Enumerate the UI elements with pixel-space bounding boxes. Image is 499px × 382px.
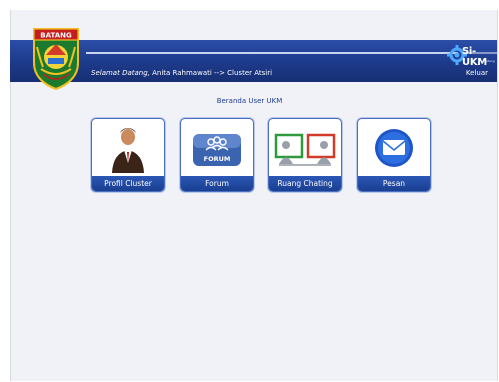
welcome-text: Selamat Datang, Anita Rahmawati --> Clus… (91, 69, 273, 77)
ruang-chating-tile[interactable]: Ruang Chating (268, 118, 342, 192)
regency-crest-logo: BATANG (33, 28, 79, 90)
svg-text:BATANG: BATANG (40, 32, 72, 40)
chat-room-icon (274, 133, 336, 166)
tile-label: Profil Cluster (92, 176, 164, 191)
mail-icon (375, 129, 413, 167)
brand-logo: Si-UKM Batang (447, 42, 497, 68)
tile-label: Pesan (358, 176, 430, 191)
header-divider (86, 52, 458, 54)
profil-cluster-tile[interactable]: Profil Cluster (91, 118, 165, 192)
page-title: Beranda User UKM (216, 97, 283, 105)
user-profile-icon (112, 128, 144, 173)
tile-label: Forum (181, 176, 253, 191)
logout-link[interactable]: Keluar (466, 69, 488, 77)
tile-label: Ruang Chating (269, 176, 341, 191)
header-bar: Selamat Datang, Anita Rahmawati --> Clus… (10, 40, 497, 82)
forum-icon: FORUM (193, 134, 241, 166)
forum-tile[interactable]: FORUM Forum (180, 118, 254, 192)
pesan-tile[interactable]: Pesan (357, 118, 431, 192)
svg-text:FORUM: FORUM (204, 155, 231, 163)
